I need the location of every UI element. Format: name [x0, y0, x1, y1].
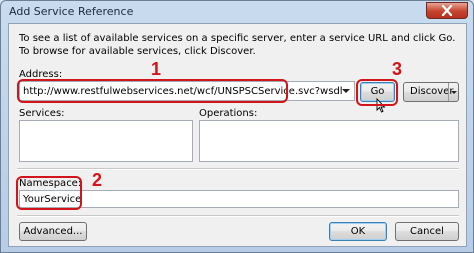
- close-button[interactable]: [426, 2, 468, 19]
- title-bar[interactable]: Add Service Reference: [1, 1, 473, 23]
- annotation-highlight-namespace: [16, 176, 82, 210]
- dialog-window: Add Service Reference To see a list of a…: [0, 0, 474, 253]
- ok-button-label: OK: [350, 226, 366, 237]
- annotation-number-2: 2: [92, 170, 103, 190]
- annotation-number-1: 1: [151, 59, 162, 79]
- chevron-down-icon[interactable]: [342, 89, 350, 93]
- window-title: Add Service Reference: [9, 5, 134, 18]
- advanced-button-label: Advanced...: [23, 226, 83, 237]
- annotation-highlight-go: [356, 79, 398, 106]
- discover-button[interactable]: Discover: [403, 82, 459, 102]
- separator: [17, 168, 459, 170]
- operations-list[interactable]: [199, 120, 459, 162]
- services-label: Services:: [19, 108, 65, 119]
- separator: [17, 215, 459, 217]
- annotation-highlight-address: [17, 79, 288, 103]
- advanced-button[interactable]: Advanced...: [19, 222, 87, 241]
- discover-button-label: Discover: [410, 86, 454, 97]
- annotation-number-3: 3: [392, 59, 403, 79]
- close-icon: [441, 5, 453, 16]
- dialog-body: To see a list of available services on a…: [8, 23, 467, 247]
- operations-label: Operations:: [199, 108, 258, 119]
- intro-text: To see a list of available services on a…: [19, 33, 456, 57]
- ok-button[interactable]: OK: [329, 222, 387, 241]
- cancel-button[interactable]: Cancel: [395, 222, 459, 241]
- cancel-button-label: Cancel: [410, 226, 444, 237]
- services-list[interactable]: [19, 120, 193, 162]
- namespace-input[interactable]: YourService: [19, 190, 459, 208]
- discover-dropdown-arrow-icon[interactable]: [448, 83, 458, 101]
